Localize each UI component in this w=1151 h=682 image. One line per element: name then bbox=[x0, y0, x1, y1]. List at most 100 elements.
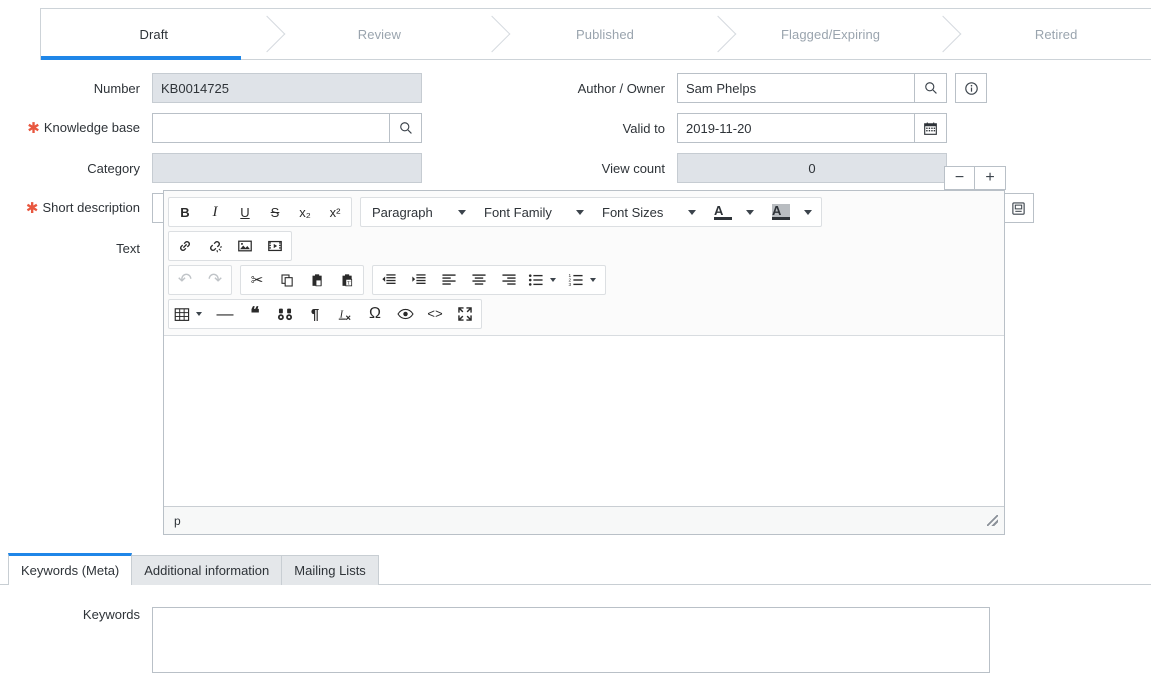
paragraph-format-select[interactable]: Paragraph bbox=[362, 199, 474, 225]
indent-icon bbox=[412, 274, 426, 284]
show-blocks-button[interactable]: ¶ bbox=[300, 301, 330, 327]
text-color-select[interactable]: A bbox=[704, 199, 762, 225]
author-owner-input[interactable]: Sam Phelps bbox=[677, 73, 915, 103]
field-row-view-count: View count 0 bbox=[545, 148, 987, 188]
remove-format-icon: I bbox=[339, 309, 351, 320]
toolbar-group-insert bbox=[168, 231, 292, 261]
flow-step-flagged-expiring[interactable]: Flagged/Expiring bbox=[717, 9, 962, 59]
numbered-list-options-button[interactable] bbox=[588, 267, 604, 293]
italic-icon: I bbox=[212, 203, 218, 220]
italic-button[interactable]: I bbox=[200, 199, 230, 225]
font-size-value: Font Sizes bbox=[602, 204, 664, 220]
link-button[interactable] bbox=[170, 233, 200, 259]
background-color-select[interactable]: A bbox=[762, 199, 820, 225]
flow-step-label: Retired bbox=[1034, 26, 1078, 42]
author-owner-info-button[interactable] bbox=[955, 73, 987, 103]
toolbar-row-2 bbox=[168, 229, 1000, 263]
bold-button[interactable]: B bbox=[170, 199, 200, 225]
author-owner-lookup-button[interactable] bbox=[915, 73, 947, 103]
find-replace-button[interactable] bbox=[270, 301, 300, 327]
outdent-button[interactable] bbox=[374, 267, 404, 293]
flow-step-retired[interactable]: Retired bbox=[943, 9, 1151, 59]
cut-button[interactable]: ✂ bbox=[242, 267, 272, 293]
video-button[interactable] bbox=[260, 233, 290, 259]
flow-step-draft[interactable]: Draft bbox=[41, 9, 285, 60]
knowledge-base-input[interactable] bbox=[152, 113, 390, 143]
align-right-button[interactable] bbox=[494, 267, 524, 293]
category-input bbox=[152, 153, 422, 183]
tab-keywords-meta[interactable]: Keywords (Meta) bbox=[8, 553, 133, 585]
editor-element-path[interactable]: p bbox=[174, 514, 181, 528]
align-center-button[interactable] bbox=[464, 267, 494, 293]
flow-step-review[interactable]: Review bbox=[266, 9, 511, 59]
indent-button[interactable] bbox=[404, 267, 434, 293]
editor-zoom-out-button[interactable]: − bbox=[945, 167, 975, 189]
paste-button[interactable] bbox=[302, 267, 332, 293]
flow-step-label: Flagged/Expiring bbox=[780, 26, 881, 42]
font-family-select[interactable]: Font Family bbox=[474, 199, 592, 225]
special-character-button[interactable]: Ω bbox=[360, 301, 390, 327]
tab-mailing-lists[interactable]: Mailing Lists bbox=[281, 555, 379, 585]
valid-to-label: Valid to bbox=[622, 120, 665, 136]
strikethrough-button[interactable]: S bbox=[260, 199, 290, 225]
special-character-icon: Ω bbox=[369, 305, 381, 322]
superscript-button[interactable]: x² bbox=[320, 199, 350, 225]
svg-text:3: 3 bbox=[568, 282, 571, 287]
tab-label: Keywords (Meta) bbox=[21, 563, 120, 578]
remove-format-button[interactable]: I bbox=[330, 301, 360, 327]
toolbar-group-paragraph: 123 bbox=[372, 265, 606, 295]
valid-to-input[interactable]: 2019-11-20 bbox=[677, 113, 915, 143]
paragraph-format-value: Paragraph bbox=[372, 204, 433, 220]
editor-zoom-controls: − + bbox=[944, 166, 1006, 190]
keywords-textarea[interactable] bbox=[152, 607, 990, 673]
font-size-select[interactable]: Font Sizes bbox=[592, 199, 704, 225]
text-color-icon: A bbox=[714, 204, 733, 220]
flow-step-label: Published bbox=[575, 26, 634, 42]
redo-button[interactable]: ↷ bbox=[200, 267, 230, 293]
table-button[interactable] bbox=[170, 301, 194, 327]
tab-panel-keywords: Keywords bbox=[0, 584, 1151, 682]
numbered-list-button[interactable]: 123 bbox=[564, 267, 588, 293]
blockquote-button[interactable]: ❝ bbox=[240, 301, 270, 327]
toolbar-group-basic-styles: B I U S x₂ x² bbox=[168, 197, 352, 227]
bulleted-list-button[interactable] bbox=[524, 267, 548, 293]
category-label: Category bbox=[87, 160, 140, 176]
align-left-button[interactable] bbox=[434, 267, 464, 293]
bulleted-list-options-button[interactable] bbox=[548, 267, 564, 293]
short-description-template-button[interactable] bbox=[1002, 193, 1034, 223]
tab-additional-information[interactable]: Additional information bbox=[131, 555, 283, 585]
unlink-icon bbox=[210, 241, 223, 253]
knowledge-base-lookup-button[interactable] bbox=[390, 113, 422, 143]
paste-as-text-button[interactable]: T bbox=[332, 267, 362, 293]
image-button[interactable] bbox=[230, 233, 260, 259]
align-right-icon bbox=[502, 274, 516, 285]
maximize-button[interactable] bbox=[450, 301, 480, 327]
numbered-list-icon: 123 bbox=[568, 273, 583, 287]
flow-step-published[interactable]: Published bbox=[492, 9, 737, 59]
maximize-icon bbox=[458, 307, 472, 321]
horizontal-rule-icon: — bbox=[216, 304, 234, 323]
copy-button[interactable] bbox=[272, 267, 302, 293]
view-count-input: 0 bbox=[677, 153, 947, 183]
valid-to-calendar-button[interactable] bbox=[915, 113, 947, 143]
underline-button[interactable]: U bbox=[230, 199, 260, 225]
subscript-button[interactable]: x₂ bbox=[290, 199, 320, 225]
table-options-button[interactable] bbox=[194, 301, 210, 327]
view-count-label: View count bbox=[601, 160, 665, 176]
editor-zoom-in-button[interactable]: + bbox=[975, 167, 1005, 189]
unlink-button[interactable] bbox=[200, 233, 230, 259]
chevron-down-icon bbox=[590, 278, 596, 282]
preview-button[interactable] bbox=[390, 301, 420, 327]
editor-content-area[interactable] bbox=[164, 336, 1004, 506]
cut-icon: ✂ bbox=[250, 272, 264, 289]
chevron-down-icon bbox=[576, 209, 584, 215]
undo-button[interactable]: ↶ bbox=[170, 267, 200, 293]
chevron-down-icon bbox=[550, 278, 556, 282]
horizontal-rule-button[interactable]: — bbox=[210, 301, 240, 327]
editor-toolbar: B I U S x₂ x² Paragraph Font Family Font… bbox=[164, 191, 1004, 336]
template-icon bbox=[1011, 201, 1025, 215]
chevron-down-icon bbox=[688, 209, 696, 215]
source-code-button[interactable]: <> bbox=[420, 301, 450, 327]
show-blocks-icon: ¶ bbox=[310, 305, 320, 323]
editor-resize-grip[interactable] bbox=[987, 515, 998, 526]
